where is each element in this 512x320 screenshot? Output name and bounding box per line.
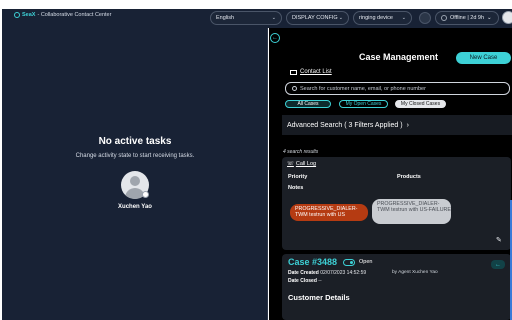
assign-icon[interactable]: ← [491,260,505,269]
language-select[interactable]: English ⌄ [210,11,282,25]
date-created-label: Date Created [288,270,319,276]
case-state-toggle[interactable] [343,259,355,266]
collapse-panel-icon[interactable]: ← [270,33,280,43]
chevron-down-icon: ⌄ [401,15,406,21]
pencil-icon[interactable]: ✎ [496,236,502,244]
priority-label: Priority [288,174,308,180]
brand: SeaX - Collaborative Contact Center [14,12,111,18]
note-tag-red: PROGRESSIVE_DIALER-TWM testrun with US [290,204,368,221]
chevron-down-icon: ⌄ [487,15,492,21]
call-log-link[interactable]: ☏ Call Log [287,161,316,167]
language-value: English [216,15,235,21]
date-created-value: 02/07/2023 14:52:59 [320,270,367,276]
task-panel: No active tasks Change activity state to… [2,28,268,320]
top-bar: SeaX - Collaborative Contact Center Engl… [0,0,512,28]
products-label: Products [397,174,421,180]
case-card[interactable]: Case #3488 Open ← Date Created 02/07/202… [282,254,511,320]
no-tasks-title: No active tasks [98,136,172,147]
status-dot-icon [441,15,447,21]
agent-status-value: Offline | 2d 9h [450,15,485,21]
case-management-title: Case Management [359,52,439,62]
dialpad-icon[interactable] [419,12,431,24]
phone-icon: ☏ [287,161,294,167]
agent-name: Xuchen Yao [118,204,152,210]
chevron-down-icon: ⌄ [271,15,276,21]
call-log-label: Call Log [295,161,317,167]
case-search-input[interactable]: Search for customer name, email, or phon… [285,82,510,95]
date-created: Date Created 02/07/2023 14:52:59 [288,270,366,276]
user-avatar[interactable] [502,11,512,24]
note-tag-grey: PROGRESSIVE_DIALER-TWM testrun with US-F… [372,199,451,224]
filter-my-closed-cases[interactable]: My Closed Cases [395,100,446,108]
contact-list-link[interactable]: Contact List [290,69,332,75]
case-management-panel: ← Case Management New Case Contact List … [269,28,512,320]
top-bar-inner: SeaX - Collaborative Contact Center Engl… [2,9,512,28]
date-closed: Date Closed -- [288,278,322,284]
case-state-label: Open [359,259,373,265]
search-placeholder: Search for customer name, email, or phon… [300,85,426,92]
date-closed-label: Date Closed [288,278,317,284]
display-config-value: DISPLAY CONFIG [292,15,338,21]
filter-all-cases[interactable]: All Cases [285,100,331,108]
contact-list-label: Contact List [300,69,332,75]
customer-details-heading: Customer Details [288,293,350,302]
device-value: ringing device [359,15,393,21]
search-results-count: 4 search results [283,149,319,155]
advanced-search-label: Advanced Search ( 3 Filters Applied ) [287,121,403,129]
brand-prefix: SeaX [22,12,36,18]
no-tasks-subtitle: Change activity state to start receiving… [75,153,195,159]
chevron-down-icon: ⌄ [338,15,343,21]
search-icon [292,86,297,91]
brand-suffix: - Collaborative Contact Center [37,12,112,18]
avatar-head [130,176,140,186]
date-closed-value: -- [318,278,322,284]
created-by-agent: by Agent Xuchen Yao [392,270,438,275]
case-number[interactable]: Case #3488 [288,257,337,267]
advanced-search-toggle[interactable]: Advanced Search ( 3 Filters Applied ) › [282,115,512,135]
chevron-right-icon: › [406,121,409,129]
agent-status-indicator [142,191,149,198]
call-log-card: ☏ Call Log Priority Products Notes PROGR… [282,157,511,250]
contact-card-icon [290,69,297,75]
display-config-select[interactable]: DISPLAY CONFIG ⌄ [286,11,349,25]
filter-my-open-cases[interactable]: My Open Cases [339,100,388,108]
brand-logo-icon [14,12,20,18]
notes-label: Notes [288,185,304,191]
agent-status-select[interactable]: Offline | 2d 9h ⌄ [435,11,499,25]
new-case-button[interactable]: New Case [456,52,511,64]
device-select[interactable]: ringing device ⌄ [353,11,412,25]
